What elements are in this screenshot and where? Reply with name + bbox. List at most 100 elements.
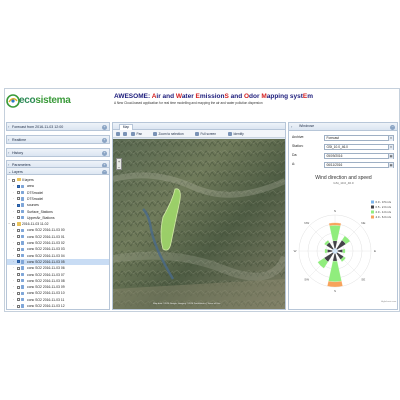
tree-line-icon: · (13, 196, 15, 201)
expand-icon[interactable]: + (102, 124, 107, 130)
section-history[interactable]: › History + (6, 148, 110, 157)
pan-button[interactable]: Pan (131, 131, 142, 137)
layer-checkbox[interactable] (16, 298, 20, 302)
chevron-icon: › (8, 124, 10, 129)
layer-checkbox[interactable] (16, 203, 20, 207)
section-history-label: History (12, 151, 24, 155)
map-canvas[interactable]: + − (113, 139, 285, 309)
section-realtime[interactable]: › Realtime + (6, 135, 110, 144)
calendar-icon[interactable]: ▦ (388, 163, 393, 168)
layer-icon (21, 190, 25, 195)
tree-layer-item[interactable]: · conc SO2 2016-11-03 07 (7, 272, 109, 278)
form-field-row: Station: GSt_10.0_46.0 ▾ (292, 143, 396, 150)
layer-checkbox[interactable] (12, 178, 15, 182)
windrose-sector (337, 249, 343, 253)
identify-button[interactable]: Identify (228, 131, 244, 137)
layer-checkbox[interactable] (16, 304, 20, 308)
layer-checkbox[interactable] (16, 285, 20, 289)
zoom-out-button[interactable]: − (117, 165, 121, 171)
tree-layer-item[interactable]: · conc SO2 2016-11-03 04 (7, 253, 109, 259)
section-forecast[interactable]: › Forecast from 2016-11-03 12:00 + (6, 122, 110, 131)
chevron-down-icon[interactable]: ▾ (388, 136, 393, 141)
tree-layer-item[interactable]: · DTSmodel (7, 196, 109, 202)
tree-layer-item[interactable]: · conc SO2 2016-11-03 09 (7, 284, 109, 290)
tree-folder[interactable]: − 2016-11-03 11-02 (7, 221, 109, 227)
form-field-row: A: 06/11/2016 ▦ (292, 161, 396, 168)
layer-checkbox[interactable] (12, 222, 15, 226)
tree-folder[interactable]: − Il layers (7, 177, 109, 183)
form-field-row: Archive: Forecast ▾ (292, 134, 396, 141)
layer-icon (21, 253, 25, 258)
expander-icon[interactable]: − (8, 177, 10, 183)
section-forecast-label: Forecast from 2016-11-03 12:00 (12, 125, 64, 129)
zoom-out-icon (123, 131, 127, 136)
select-field[interactable]: Forecast ▾ (324, 135, 394, 141)
calendar-icon[interactable]: ▦ (388, 154, 393, 159)
tree-layer-item[interactable]: · conc SO2 2016-11-03 10 (7, 290, 109, 296)
layer-checkbox[interactable] (16, 197, 20, 201)
title-text-part: and (228, 93, 244, 100)
date-field[interactable]: 06/11/2016 ▦ (324, 162, 394, 168)
layer-checkbox[interactable] (16, 241, 20, 245)
zoom-in-tool-button[interactable] (116, 131, 122, 137)
legend-swatch (371, 210, 374, 214)
layer-checkbox[interactable] (16, 247, 20, 251)
logo-text: ecosistema (19, 95, 71, 106)
zoom-out-tool-button[interactable] (123, 131, 129, 137)
title-text-part: AWESOME: (114, 93, 152, 100)
layer-checkbox[interactable] (16, 279, 20, 283)
select-field[interactable]: GSt_10.0_46.0 ▾ (324, 144, 394, 150)
field-value: GSt_10.0_46.0 (326, 145, 348, 149)
windrose-sector (327, 281, 343, 288)
tree-layer-item[interactable]: · conc SO2 2016-11-03 03 (7, 246, 109, 252)
expand-icon[interactable]: + (102, 137, 107, 143)
zoom-to-selection-button[interactable]: Zoom to selection (153, 131, 184, 137)
tree-layer-item[interactable]: · sources (7, 202, 109, 208)
layer-checkbox[interactable] (16, 228, 20, 232)
field-label: Da: (292, 153, 298, 157)
layer-checkbox[interactable] (16, 216, 20, 220)
layer-checkbox[interactable] (16, 210, 20, 213)
tree-layer-item[interactable]: · conc SO2 2016-11-03 11 (7, 297, 109, 303)
tree-label: conc SO2 2016-11-03 10 (27, 291, 65, 296)
layer-checkbox[interactable] (16, 191, 20, 195)
tree-layer-item[interactable]: · conc SO2 2016-11-03 08 (7, 278, 109, 284)
tree-layer-item[interactable]: · conc SO2 2016-11-03 12 (7, 303, 109, 309)
map-zoom-control[interactable]: + − (116, 158, 122, 170)
full-screen-button[interactable]: Full screen (195, 131, 216, 137)
tree-layer-item[interactable]: · area (7, 183, 109, 189)
direction-label: SW (304, 277, 309, 281)
tree-label: conc SO2 2016-11-03 05 (27, 259, 65, 264)
tree-layer-item[interactable]: · Surface_Stations (7, 209, 109, 215)
layer-checkbox[interactable] (16, 266, 20, 270)
collapse-icon[interactable]: − (390, 124, 395, 130)
tree-line-icon: · (13, 297, 15, 302)
tree-line-icon: · (13, 278, 15, 283)
logo-swirl-icon (6, 94, 20, 108)
tree-layer-item[interactable]: · UpperAir_Stations (7, 215, 109, 221)
map-attribution: Map data ©2016 Google, Imagery ©2016 Ter… (153, 303, 221, 305)
expand-icon[interactable]: + (102, 150, 107, 156)
tree-line-icon: · (13, 272, 15, 277)
layer-checkbox[interactable] (16, 273, 20, 276)
chevron-down-icon[interactable]: ▾ (388, 145, 393, 150)
date-field[interactable]: 05/09/2016 ▦ (324, 153, 394, 159)
layer-checkbox[interactable] (16, 260, 20, 264)
layer-checkbox[interactable] (16, 235, 20, 239)
tree-layer-item[interactable]: · conc SO2 2016-11-03 02 (7, 240, 109, 246)
layer-checkbox[interactable] (16, 184, 20, 188)
windrose-chart: Wind direction and speed GSt_10.0_46.0 N NE… (291, 173, 396, 307)
hand-icon (131, 131, 135, 136)
tree-line-icon: · (13, 190, 15, 195)
tree-layer-item[interactable]: · conc SO2 2016-11-03 05 (7, 258, 109, 265)
satellite-map (113, 139, 285, 309)
tree-layer-item[interactable]: · DTSmodel (7, 190, 109, 196)
expander-icon[interactable]: − (8, 221, 10, 227)
tree-layer-item[interactable]: · conc SO2 2016-11-03 01 (7, 234, 109, 240)
tree-layer-item[interactable]: · conc SO2 2016-11-03 06 (7, 265, 109, 271)
tree-layer-item[interactable]: · conc SO2 2016-11-03 00 (7, 227, 109, 233)
layer-checkbox[interactable] (16, 254, 20, 258)
title-text-part: mission (199, 93, 225, 100)
legend-label: 2.0 - 4.0 m/s (376, 210, 392, 214)
layer-checkbox[interactable] (16, 291, 20, 295)
